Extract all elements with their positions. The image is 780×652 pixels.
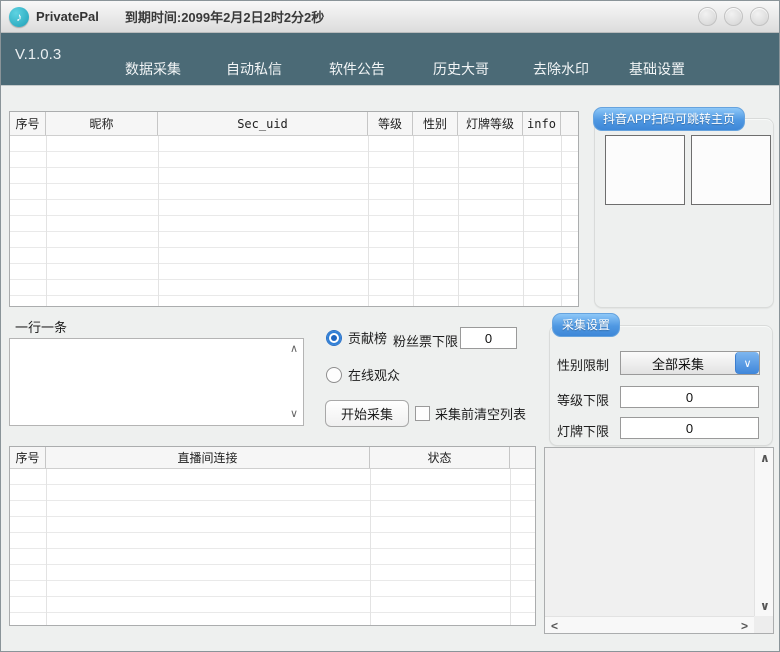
clear-before-checkbox[interactable] [415,406,430,421]
col-room-status[interactable]: 状态 [370,447,510,468]
col-room-index[interactable]: 序号 [10,447,46,468]
col-sec-uid[interactable]: Sec_uid [158,112,368,135]
column-divider [368,136,369,306]
column-divider [46,469,47,625]
gender-limit-label: 性别限制 [557,358,610,373]
scroll-down-icon[interactable]: ∨ [290,409,298,420]
lamp-min-label: 灯牌下限 [557,424,610,439]
rooms-table-body[interactable] [10,469,535,625]
scroll-up-icon[interactable]: ∧ [290,344,298,355]
horizontal-scrollbar[interactable]: < > [545,616,754,633]
column-divider [510,469,511,625]
qr-code-placeholder-1 [605,135,685,205]
col-info[interactable]: info [523,112,561,135]
music-note-icon: ♪ [16,9,22,24]
minimize-button[interactable] [698,7,717,26]
room-links-textarea[interactable] [10,339,303,425]
column-divider [561,136,562,306]
contribution-radio-label: 贡献榜 [348,331,388,346]
app-title: PrivatePal [36,9,99,24]
log-scroll-panel[interactable]: ∧ ∨ < > [544,447,774,634]
nav-item-data-collect[interactable]: 数据采集 [125,59,181,79]
users-table-header: 序号 昵称 Sec_uid 等级 性别 灯牌等级 info [10,112,578,136]
close-button[interactable] [750,7,769,26]
level-min-input[interactable] [620,386,759,408]
expiry-text: 到期时间:2099年2月2日2时2分2秒 [124,10,325,25]
scrollbar-corner [754,616,773,633]
col-index[interactable]: 序号 [10,112,46,135]
scroll-up-icon[interactable]: ∧ [760,452,770,464]
room-links-textarea-wrap: ∧ ∨ [9,338,304,426]
online-radio-row[interactable]: 在线观众 [326,365,400,384]
col-gender[interactable]: 性别 [413,112,458,135]
level-min-label: 等级下限 [557,393,610,408]
nav-item-auto-message[interactable]: 自动私信 [226,59,282,79]
chevron-down-icon[interactable]: ∨ [735,352,759,374]
main-area: 序号 昵称 Sec_uid 等级 性别 灯牌等级 info 抖音APP扫码可跳转… [1,86,779,651]
scroll-right-icon[interactable]: > [741,620,748,632]
line-hint-label: 一行一条 [15,320,68,335]
navbar: V.1.0.3 数据采集 自动私信 软件公告 历史大哥 去除水印 基础设置 [1,33,779,86]
qr-groupbox [594,118,774,308]
fan-ticket-label: 粉丝票下限 [393,334,459,349]
column-divider [413,136,414,306]
contribution-radio-row[interactable]: 贡献榜 [326,328,387,347]
titlebar: ♪ PrivatePal 到期时间:2099年2月2日2时2分2秒 [1,1,779,33]
app-logo-icon: ♪ [9,6,29,27]
scroll-down-icon[interactable]: ∨ [760,600,770,612]
fan-ticket-input[interactable] [460,327,517,349]
clear-before-check-row[interactable]: 采集前清空列表 [415,404,526,423]
col-level[interactable]: 等级 [368,112,413,135]
settings-badge: 采集设置 [552,313,621,337]
nav-item-announcement[interactable]: 软件公告 [329,59,385,79]
column-divider [158,136,159,306]
nav-item-history[interactable]: 历史大哥 [433,59,489,79]
online-radio[interactable] [326,366,342,383]
contribution-radio[interactable] [326,329,342,346]
window-controls [698,7,769,26]
maximize-button[interactable] [724,7,743,26]
qr-code-placeholder-2 [691,135,771,205]
start-collect-button[interactable]: 开始采集 [325,400,409,427]
users-table: 序号 昵称 Sec_uid 等级 性别 灯牌等级 info [9,111,579,307]
gender-filter-value: 全部采集 [651,356,704,372]
col-room-link[interactable]: 直播间连接 [46,447,370,468]
clear-before-label: 采集前清空列表 [435,407,527,422]
nav-item-watermark[interactable]: 去除水印 [533,59,589,79]
vertical-scrollbar[interactable]: ∧ ∨ [754,448,773,616]
col-nickname[interactable]: 昵称 [46,112,158,135]
users-table-body[interactable] [10,136,578,306]
app-window: ♪ PrivatePal 到期时间:2099年2月2日2时2分2秒 V.1.0.… [0,0,780,652]
settings-groupbox: 性别限制 全部采集 ∨ 等级下限 灯牌下限 [549,325,773,446]
scroll-left-icon[interactable]: < [551,620,558,632]
rooms-table-header: 序号 直播间连接 状态 [10,447,535,469]
column-divider [458,136,459,306]
nav-item-settings[interactable]: 基础设置 [629,59,685,79]
online-radio-label: 在线观众 [348,368,401,383]
col-lamp[interactable]: 灯牌等级 [458,112,523,135]
qr-panel-badge: 抖音APP扫码可跳转主页 [593,107,746,131]
lamp-min-input[interactable] [620,417,759,439]
rooms-table: 序号 直播间连接 状态 [9,446,536,626]
column-divider [370,469,371,625]
gender-filter-select[interactable]: 全部采集 ∨ [620,351,760,375]
version-label: V.1.0.3 [15,46,62,63]
column-divider [523,136,524,306]
column-divider [46,136,47,306]
